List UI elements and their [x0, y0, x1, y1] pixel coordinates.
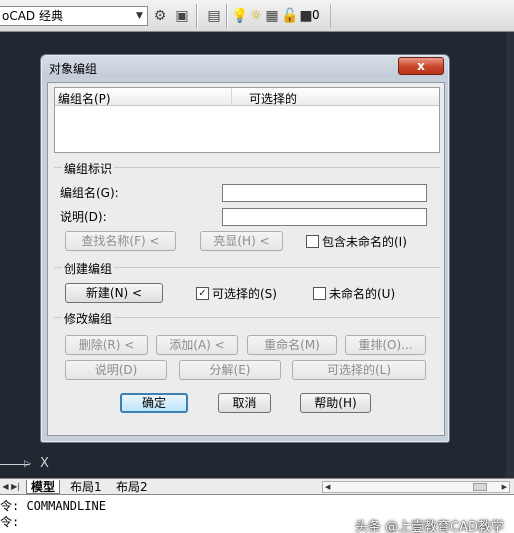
layer-properties-icon[interactable]: ▤ — [204, 6, 224, 26]
column-header-selectable[interactable]: 可选择的 — [249, 90, 297, 107]
highlight-button[interactable]: 亮显(H) < — [200, 231, 283, 251]
selectable-toggle-button[interactable]: 可选择的(L) — [292, 360, 426, 380]
toolbar-separator — [226, 4, 228, 28]
column-header-group-name[interactable]: 编组名(P) — [58, 90, 111, 107]
checkbox-box — [313, 287, 326, 300]
tab-layout1[interactable]: 布局1 — [66, 480, 106, 494]
list-header: 编组名(P) 可选择的 — [55, 88, 439, 106]
layer-dropdown[interactable] — [330, 4, 514, 28]
gear-icon[interactable]: ⚙ — [150, 6, 170, 26]
unnamed-label: 未命名的(U) — [329, 287, 396, 301]
dialog-client: 编组名(P) 可选择的 编组标识 编组名(G): 说明(D): 查找名称(F) … — [47, 82, 445, 436]
group-name-input[interactable] — [222, 184, 427, 202]
watermark: 头条 @上壹教育CAD教学 — [354, 520, 504, 533]
selectable-label: 可选择的(S) — [212, 287, 277, 301]
cancel-button[interactable]: 取消 — [218, 393, 271, 413]
checkbox-box — [306, 235, 319, 248]
rename-button[interactable]: 重命名(M) — [247, 335, 337, 355]
vertical-scrollbar[interactable] — [506, 32, 514, 478]
ok-button[interactable]: 确定 — [120, 393, 188, 413]
ucs-x-label: X — [40, 456, 49, 471]
dialog-title: 对象编组 — [49, 62, 98, 76]
reorder-button[interactable]: 重排(O)... — [345, 335, 426, 355]
chevron-down-icon: ▼ — [136, 11, 143, 21]
description-input[interactable] — [222, 208, 427, 226]
checkmark-icon: ✓ — [196, 287, 209, 300]
include-unnamed-checkbox[interactable]: 包含未命名的(I) — [306, 233, 407, 250]
dialog-titlebar[interactable]: 对象编组 x — [42, 56, 448, 78]
selectable-checkbox[interactable]: ✓ 可选择的(S) — [196, 285, 277, 302]
group-modify-title: 修改编组 — [62, 310, 115, 327]
include-unnamed-label: 包含未命名的(I) — [322, 235, 407, 249]
description-button[interactable]: 说明(D) — [65, 360, 167, 380]
scroll-right-icon[interactable]: ▶ — [502, 482, 507, 492]
layer-color-icon[interactable]: ▦ — [262, 6, 282, 26]
group-name-label: 编组名(G): — [60, 186, 119, 200]
group-create-title: 创建编组 — [62, 260, 115, 277]
workspace-settings-icon[interactable]: ▣ — [172, 6, 192, 26]
tab-layout2[interactable]: 布局2 — [112, 480, 152, 494]
horizontal-scrollbar[interactable]: ◀ ▶ — [322, 481, 510, 493]
command-prompt[interactable]: 令: — [0, 515, 19, 530]
toolbar-separator — [196, 4, 198, 28]
scroll-left-icon[interactable]: ◀ — [325, 482, 330, 492]
group-list[interactable]: 编组名(P) 可选择的 — [54, 87, 440, 153]
remove-button[interactable]: 删除(R) < — [65, 335, 148, 355]
new-group-button[interactable]: 新建(N) < — [65, 283, 163, 303]
scroll-thumb[interactable] — [473, 483, 487, 491]
close-button[interactable]: x — [398, 57, 444, 75]
command-history-line: 令: COMMANDLINE — [0, 499, 106, 513]
explode-button[interactable]: 分解(E) — [179, 360, 281, 380]
help-button[interactable]: 帮助(H) — [300, 393, 371, 413]
unnamed-checkbox[interactable]: 未命名的(U) — [313, 285, 395, 302]
workspace-value: oCAD 经典 — [2, 9, 63, 23]
top-toolbar: oCAD 经典 ▼ ⚙ ▣ ▤ 💡 ☼ ▦ 🔓 ■ 0 — [0, 0, 514, 32]
group-identification-title: 编组标识 — [62, 160, 115, 177]
column-divider[interactable] — [231, 88, 232, 106]
layer-name: 0 — [312, 8, 320, 22]
tab-model[interactable]: 模型 — [26, 480, 61, 494]
description-label: 说明(D): — [60, 210, 107, 224]
workspace-dropdown[interactable]: oCAD 经典 ▼ — [0, 6, 148, 26]
layout-tab-bar: ◀ ▶| 模型 布局1 布局2 ◀ ▶ — [0, 478, 514, 494]
object-grouping-dialog: 对象编组 x 编组名(P) 可选择的 编组标识 编组名(G): 说明(D): 查… — [40, 54, 450, 443]
ucs-arrow-icon: ▷ — [24, 459, 31, 469]
tab-last-icon[interactable]: ▶| — [10, 480, 21, 493]
add-button[interactable]: 添加(A) < — [156, 335, 238, 355]
find-name-button[interactable]: 查找名称(F) < — [65, 231, 176, 251]
